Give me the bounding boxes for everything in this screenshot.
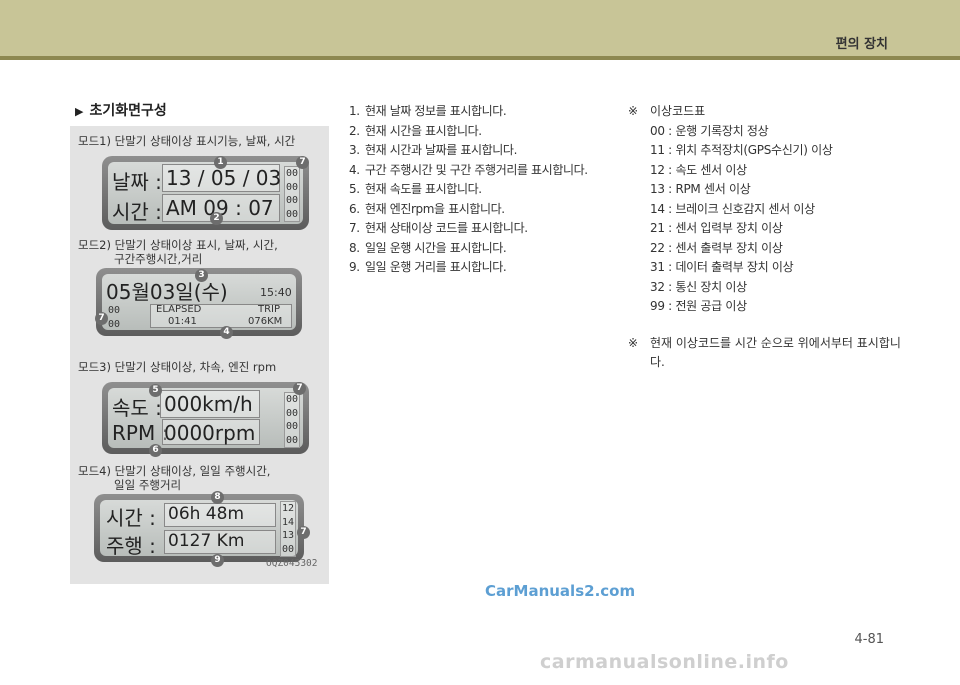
list-item: 4. 구간 주행시간 및 구간 주행거리를 표시합니다. [349,162,588,177]
mode3-label: 모드3) 단말기 상태이상, 차속, 엔진 rpm [78,360,277,374]
mode4-label-line1: 모드4) 단말기 상태이상, 일일 주행시간, [78,464,271,478]
error-code: 00 [285,168,299,179]
mode2-date: 05월03일(수) [106,280,228,304]
error-code: 00 [285,421,299,432]
callout-badge: 4 [220,326,233,339]
error-code: 14 [281,516,295,528]
callout-badge: 9 [211,554,224,567]
page-header: 편의 장치 [0,0,960,56]
callout-badge: 5 [149,384,162,397]
error-code: 00 [285,434,299,446]
callout-badge: 6 [149,444,162,457]
error-code-row: 21 : 센서 입력부 장치 이상 [650,221,783,235]
list-item: 9. 일일 운행 거리를 표시합니다. [349,260,507,274]
mode2-trip-label: TRIP [258,304,281,315]
error-code: 13 [281,530,295,541]
mode3-error-codes: 00 00 00 00 [284,392,300,448]
mode4-distance-key: 주행 : [106,534,156,558]
callout-badge: 7 [297,526,310,539]
mode2-trip-value: 076KM [248,316,283,327]
error-code-row: 31 : 데이터 출력부 장치 이상 [650,260,794,274]
error-code-row: 12 : 속도 센서 이상 [650,162,747,177]
footer-watermark: carmanualsonline.info [540,651,789,673]
mode4-distance-value: 0127 Km [168,531,245,551]
description-list: 1. 현재 날짜 정보를 표시합니다. 2. 현재 시간을 표시합니다. 3. 현재 … [349,102,619,278]
list-item: 3. 현재 시간과 날짜를 표시합니다. [349,143,517,157]
mode2-elapsed-value: 01:41 [168,316,197,327]
mode3-speed-value: 000km/h [164,392,253,416]
list-item: 6. 현재 엔진rpm을 표시합니다. [349,201,505,216]
error-code-table: ※ 이상코드표 00 : 운행 기록장치 정상 11 : 위치 추적장치(GPS수… [628,102,908,373]
mode3-rpm-value: 0000rpm [164,421,256,445]
mode1-display: 날짜 : 13 / 05 / 03 시간 : AM 09 : 07 00 00 … [102,156,309,230]
callout-badge: 8 [211,491,224,504]
error-code-row: 13 : RPM 센서 이상 [650,182,751,196]
mode2-error-codes: 00 00 [106,304,122,331]
error-code: 00 [285,195,299,206]
header-divider [0,56,960,60]
mode2-time: 15:40 [260,286,292,299]
mode2-elapsed-label: ELAPSED [156,304,202,315]
error-code-note: ※ 현재 이상코드를 시간 순으로 위에서부터 표시합니다. [628,335,901,370]
mode2-label-line1: 모드2) 단말기 상태이상 표시, 날짜, 시간, [78,238,278,252]
error-code: 00 [285,394,299,405]
mode4-label-line2: 일일 주행거리 [114,478,182,492]
error-code: 00 [281,543,295,555]
mode4-time-value: 06h 48m [168,504,245,524]
mode4-display: 시간 : 06h 48m 주행 : 0127 Km 12 14 13 00 [94,494,304,562]
error-code: 00 [285,181,299,193]
error-code-row: 14 : 브레이크 신호감지 센서 이상 [650,201,815,216]
error-code: 00 [107,305,121,316]
callout-badge: 1 [214,156,227,169]
list-item: 8. 일일 운행 시간을 표시합니다. [349,240,507,255]
page-number: 4-81 [854,632,884,647]
list-item: 7. 현재 상태이상 코드를 표시합니다. [349,221,528,235]
display-modes-panel: 모드1) 단말기 상태이상 표시기능, 날짜, 시간 날짜 : 13 / 05 … [70,126,329,584]
mode1-screen: 날짜 : 13 / 05 / 03 시간 : AM 09 : 07 00 00 … [108,162,303,224]
chapter-title: 편의 장치 [835,37,888,52]
callout-badge: 7 [293,382,306,395]
mode2-screen: 05월03일(수) 15:40 00 00 ELAPSED 01:41 TRIP… [102,274,296,330]
error-code: 00 [285,208,299,220]
mode2-label-line2: 구간주행시간,거리 [114,252,203,266]
triangle-bullet-icon: ▶ [75,105,84,118]
mode1-date-key: 날짜 : [112,170,162,194]
watermark-link[interactable]: CarManuals2.com [485,582,635,600]
mode1-time-key: 시간 : [112,200,162,224]
callout-badge: 7 [95,312,108,325]
image-code: OQZ045302 [266,558,318,569]
list-item: 5. 현재 속도를 표시합니다. [349,182,482,196]
section-heading: ▶ 초기화면구성 [75,100,167,120]
callout-badge: 7 [296,156,309,169]
mode4-error-codes: 12 14 13 00 [280,501,296,557]
error-code: 00 [107,318,121,330]
mode4-screen: 시간 : 06h 48m 주행 : 0127 Km 12 14 13 00 [100,500,298,558]
list-item: 1. 현재 날짜 정보를 표시합니다. [349,104,507,118]
error-code: 12 [281,503,295,514]
section-heading-text: 초기화면구성 [89,103,167,119]
mode4-time-key: 시간 : [106,506,156,530]
mode1-error-codes: 00 00 00 00 [284,166,300,222]
mode3-screen: 속도 : 000km/h RPM : 0000rpm 00 00 00 00 [108,388,303,448]
callout-badge: 3 [195,269,208,282]
error-code-row: 32 : 통신 장치 이상 [650,279,747,294]
mode3-rpm-key: RPM : [112,421,169,445]
error-code: 00 [285,407,299,419]
error-code-row: 22 : 센서 출력부 장치 이상 [650,240,783,255]
error-code-row: 99 : 전원 공급 이상 [650,299,747,313]
mode1-label: 모드1) 단말기 상태이상 표시기능, 날짜, 시간 [78,134,296,148]
list-item: 2. 현재 시간을 표시합니다. [349,123,482,138]
error-code-title: ※ 이상코드표 [628,104,706,118]
error-code-row: 00 : 운행 기록장치 정상 [650,123,769,138]
callout-badge: 2 [210,212,223,225]
error-code-row: 11 : 위치 추적장치(GPS수신기) 이상 [650,143,833,157]
mode1-date-value: 13 / 05 / 03 [166,166,282,190]
mode3-display: 속도 : 000km/h RPM : 0000rpm 00 00 00 00 [102,382,309,454]
